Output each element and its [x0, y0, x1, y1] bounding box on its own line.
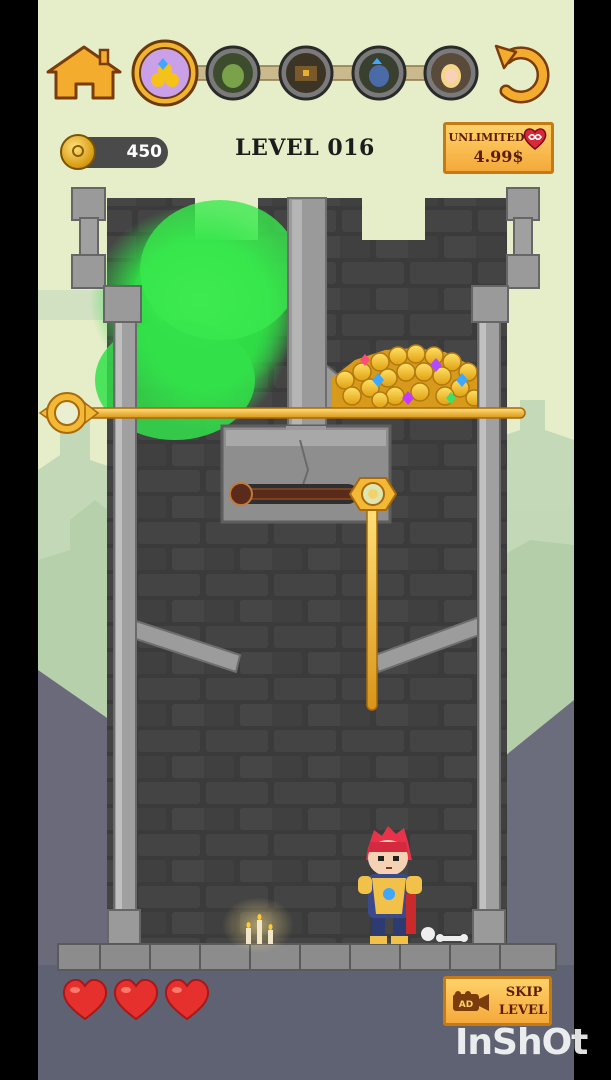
coin-counter: 450 [60, 134, 168, 170]
candles [222, 897, 294, 953]
goblin-stage-icon [205, 45, 261, 101]
infinity-heart-icon [523, 128, 547, 150]
heart-icon [113, 978, 159, 1021]
unlimited-offer-button[interactable]: UNLIMITED 4.99$ [443, 122, 554, 174]
heart-icon [62, 978, 108, 1021]
home-button[interactable] [46, 44, 122, 102]
skip-label-2: LEVEL [498, 1003, 548, 1018]
stone-floor [57, 943, 557, 971]
knight-stage-icon [351, 45, 407, 101]
skip-label-1: SKIP [505, 985, 543, 1000]
coin-icon [60, 134, 96, 170]
skip-level-button[interactable]: AD SKIP LEVEL [443, 976, 552, 1026]
chest-stage-icon [278, 45, 334, 101]
coin-count: 450 [126, 142, 163, 162]
restart-button[interactable] [492, 44, 558, 104]
game-screen: 450 LEVEL 016 UNLIMITED 4.99$ AD SKIP LE… [0, 0, 611, 1080]
heart-icon [164, 978, 210, 1021]
inshot-watermark: InShOt [455, 1022, 588, 1063]
treasure-stage-icon [131, 39, 199, 107]
ad-camera-icon: AD [453, 991, 489, 1011]
level-title: LEVEL 016 [235, 135, 375, 161]
princess-stage-icon [423, 45, 479, 101]
ad-badge: AD [459, 1000, 473, 1010]
